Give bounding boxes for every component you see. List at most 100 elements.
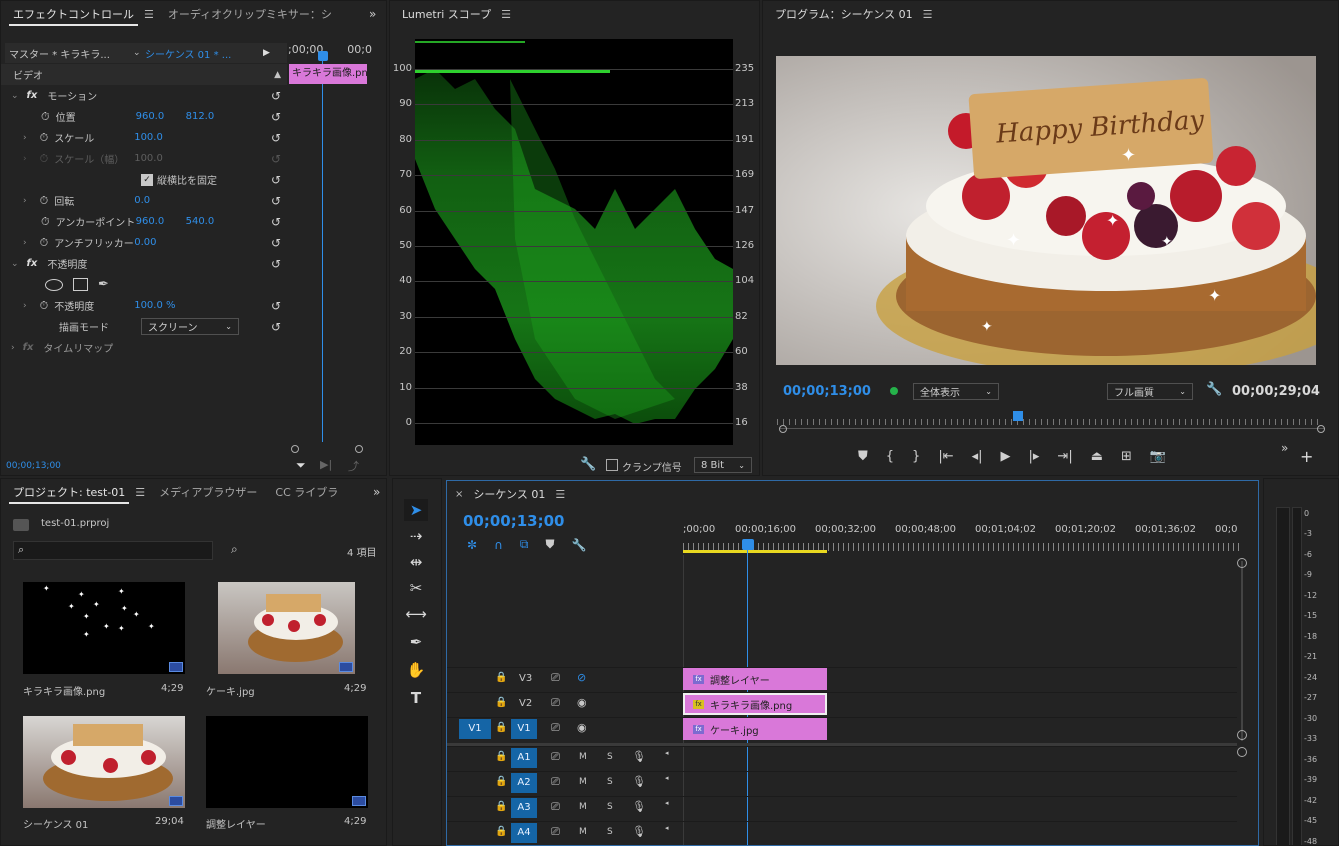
mute-button[interactable]: M [579,752,587,762]
track-label[interactable]: A4 [511,823,537,843]
scroll-handle-audio[interactable] [1237,747,1247,757]
mini-zoom-bar[interactable] [291,445,363,453]
ellipse-mask-icon[interactable] [45,278,63,291]
reset-icon[interactable]: ↺ [271,257,281,271]
scale-value[interactable]: 100.0 [134,132,163,143]
master-label[interactable]: マスター * キラキラ... [5,46,133,61]
microphone-icon[interactable]: 🎙 [632,800,646,813]
antiflicker-value[interactable]: 0.00 [134,237,156,248]
eye-icon[interactable]: ◉ [577,721,587,734]
reset-icon[interactable]: ↺ [271,215,281,229]
tab-cc-libraries[interactable]: CC ライブラ [271,481,342,503]
sync-lock-icon[interactable]: ⎚ [551,800,560,814]
anchor-x-value[interactable]: 960.0 [136,216,186,227]
mute-button[interactable]: M [579,777,587,787]
selection-tool-icon[interactable]: ➤ [404,499,428,521]
sync-lock-icon[interactable]: ⎚ [551,825,560,839]
play-icon[interactable]: ▶ [1001,449,1011,464]
motion-row[interactable]: ⌄ fx モーション ↺ [1,85,287,106]
fx-icon[interactable]: fx [27,90,38,101]
sync-lock-icon[interactable]: ⎚ [551,750,560,764]
track-label[interactable]: V2 [519,698,532,709]
thumbnail-adjustment-layer[interactable] [206,716,368,808]
go-to-in-icon[interactable]: |⇤ [938,449,953,464]
scroll-handle-top[interactable] [1237,558,1247,568]
rectangle-mask-icon[interactable] [73,278,88,291]
track-expand-icon[interactable]: ◂ [665,774,669,782]
play-audio-icon[interactable]: ▶| [320,458,332,471]
mute-button[interactable]: M [579,802,587,812]
scroll-handle-bottom[interactable] [1237,730,1247,740]
opacity-row[interactable]: › ⏱ 不透明度 100.0 % ↺ [1,295,287,316]
fx-icon[interactable]: fx [27,258,38,269]
timeline-playhead-marker[interactable] [742,539,754,550]
opacity-section-row[interactable]: ⌄ fx 不透明度 ↺ [1,253,287,274]
track-v1[interactable]: V1 🔒 V1 ⎚ ◉ [447,717,1237,741]
anchor-y-value[interactable]: 540.0 [186,216,215,227]
track-select-tool-icon[interactable]: ⇢ [404,525,428,547]
chevron-down-icon[interactable]: ⌄ [1,259,19,269]
antiflicker-row[interactable]: › ⏱ アンチフリッカー 0.00 ↺ [1,232,287,253]
menu-icon[interactable]: ☰ [501,8,511,21]
quality-dropdown[interactable]: フル画質 ⌄ [1107,383,1193,400]
track-label[interactable]: A3 [511,798,537,818]
chevron-down-icon[interactable]: ⌄ [133,48,145,58]
source-patch-v1[interactable]: V1 [459,719,491,739]
stopwatch-icon[interactable]: ⏱ [41,110,50,124]
thumbnail-sequence[interactable] [23,716,185,808]
more-panels-icon[interactable]: » [369,7,376,21]
lock-icon[interactable]: 🔒 [495,776,507,787]
tab-project[interactable]: プロジェクト: test-01 [9,481,130,504]
zoom-handle-right[interactable] [1317,425,1325,433]
position-y-value[interactable]: 812.0 [186,111,215,122]
solo-button[interactable]: S [607,752,613,762]
track-expand-icon[interactable]: ◂ [665,799,669,807]
ripple-edit-tool-icon[interactable]: ⇹ [404,551,428,573]
menu-icon[interactable]: ☰ [555,488,565,501]
program-time-ruler[interactable] [777,411,1321,425]
project-search[interactable]: ⌕ [13,541,213,560]
reset-icon[interactable]: ↺ [271,110,281,124]
sequence-label[interactable]: シーケンス 01 * ... [145,46,263,61]
chevron-down-icon[interactable]: ⌄ [1,91,19,101]
anchor-row[interactable]: ⏱ アンカーポイント 960.0 540.0 ↺ [1,211,287,232]
track-label[interactable]: A2 [511,773,537,793]
menu-icon[interactable]: ☰ [923,8,933,21]
bit-depth-dropdown[interactable]: 8 Bit ⌄ [694,457,752,473]
chevron-right-icon[interactable]: › [1,343,15,353]
reset-icon[interactable]: ↺ [271,194,281,208]
lock-icon[interactable]: 🔒 [495,697,507,708]
sync-lock-icon[interactable]: ⎚ [551,721,560,735]
track-expand-icon[interactable]: ◂ [665,824,669,832]
tab-audio-clip-mixer[interactable]: オーディオクリップミキサー：シ [164,3,336,25]
sync-lock-icon[interactable]: ⎚ [551,775,560,789]
add-marker-icon[interactable]: ⛊ [858,449,868,464]
reset-icon[interactable]: ↺ [271,173,281,187]
lift-icon[interactable]: ⏏ [1091,449,1103,464]
hand-tool-icon[interactable]: ✋ [404,659,428,681]
track-v3[interactable]: 🔒 V3 ⎚ ⊘ [447,667,1237,691]
zoom-handle-right[interactable] [355,445,363,453]
tab-lumetri-scopes[interactable]: Lumetri スコープ [398,3,495,25]
export-icon[interactable]: ⤴ [348,458,359,474]
solo-button[interactable]: S [607,827,613,837]
chevron-right-icon[interactable]: › [23,238,27,248]
track-label[interactable]: A1 [511,748,537,768]
program-playhead-marker[interactable] [1013,411,1023,421]
more-controls-icon[interactable]: » [1281,441,1288,455]
reset-icon[interactable]: ↺ [271,236,281,250]
timeline-timecode[interactable]: 00;00;13;00 [463,512,565,530]
microphone-icon[interactable]: 🎙 [632,775,646,788]
snap-icon[interactable]: ∩ [494,538,503,552]
menu-icon[interactable]: ☰ [135,486,145,499]
search-input[interactable] [32,543,208,558]
lock-icon[interactable]: 🔒 [495,826,507,837]
mini-playhead-marker[interactable] [318,51,328,61]
add-button-icon[interactable]: + [1300,447,1313,466]
tab-effect-controls[interactable]: エフェクトコントロール [9,3,138,26]
timeline-ruler[interactable]: ;00;00 00;00;16;00 00;00;32;00 00;00;48;… [683,519,1239,555]
program-zoom-bar[interactable] [779,425,1325,436]
track-label[interactable]: V1 [511,719,537,739]
stopwatch-icon[interactable]: ⏱ [40,194,49,208]
zoom-handle-left[interactable] [291,445,299,453]
